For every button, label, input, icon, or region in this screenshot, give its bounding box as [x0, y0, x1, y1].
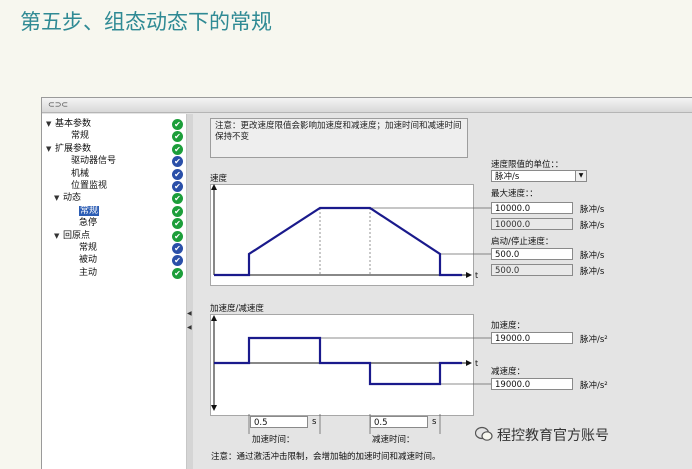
status-check-icon: ✔ — [172, 218, 183, 230]
status-check-icon: ✔ — [172, 230, 183, 242]
dynamics-general-panel: 注意：更改速度限值会影响加速度和减速度；加速时间和减速时间保持不变 速度 加速度… — [200, 114, 688, 469]
start-stop-speed-label: 启动/停止速度： — [491, 237, 554, 247]
acceleration-label: 加速度： — [491, 321, 526, 331]
decel-time-label: 减速时间： — [372, 435, 415, 445]
scroll-left-icon[interactable]: ◀ — [187, 310, 192, 317]
tree-toggle-icon[interactable]: ▼ — [54, 230, 63, 243]
max-speed-label: 最大速度：： — [491, 189, 538, 199]
start-stop-speed-readonly: 500.0 — [491, 264, 573, 276]
tree-item-label: 常规 — [71, 131, 90, 142]
tree-item[interactable]: 常规 — [70, 205, 100, 218]
velocity-t-label: t — [475, 271, 478, 280]
decel-time-unit: s — [432, 417, 437, 427]
tree-item[interactable]: ▼ 扩展参数 — [46, 143, 91, 156]
accel-x-arrow — [466, 360, 472, 366]
tree-item[interactable]: ▼ 动态 — [54, 192, 81, 205]
tree-item[interactable]: 主动 — [70, 267, 97, 280]
tree-toggle-icon[interactable]: ▼ — [46, 143, 55, 156]
navigation-tree: ▼ 基本参数 ✔ 常规 ✔ ▼ 扩展参数 ✔ 驱动器信号 ✔ 机械 ✔ 位置监视 ✔ ▼ 动态 ✔ 常规 ✔ 急停 ✔ ▼… — [42, 114, 187, 469]
tree-item-label: 被动 — [79, 255, 98, 266]
velocity-x-arrow — [466, 272, 472, 278]
start-stop-speed-unit-2: 脉冲/s — [580, 267, 605, 277]
accel-y-arrow-up — [211, 315, 217, 321]
status-check-icon: ✔ — [172, 255, 183, 267]
scroll-right-icon[interactable]: ◀ — [187, 324, 192, 331]
tree-item-label: 急停 — [79, 218, 98, 229]
tree-item-label: 扩展参数 — [55, 143, 92, 154]
speed-unit-value: 脉冲/s — [495, 172, 520, 182]
decel-time-input[interactable]: 0.5 — [370, 416, 428, 428]
start-stop-speed-input[interactable]: 500.0 — [491, 248, 573, 260]
watermark: 程控教育官方账号 — [475, 425, 609, 447]
accel-curve — [214, 336, 462, 386]
chevron-down-icon[interactable]: ▼ — [575, 171, 586, 181]
status-check-icon: ✔ — [172, 143, 183, 155]
window-toolbar: ⊂⊃⊂ — [42, 98, 692, 113]
tree-item[interactable]: 常规 — [62, 130, 89, 143]
tree-item-label: 主动 — [79, 267, 98, 278]
profile-curves: t t — [211, 184, 491, 434]
wechat-icon — [475, 426, 493, 441]
tree-item[interactable]: 被动 — [70, 254, 97, 267]
accel-time-label: 加速时间： — [252, 435, 295, 445]
tree-item[interactable]: 常规 — [70, 242, 97, 255]
link-icon[interactable]: ⊂⊃⊂ — [48, 100, 68, 109]
accel-y-arrow-down — [211, 405, 217, 411]
footer-note: 注意：通过激活冲击限制，会增加轴的加速时间和减速时间。 — [211, 452, 441, 462]
velocity-curve — [214, 206, 462, 277]
max-speed-input[interactable]: 10000.0 — [491, 202, 573, 214]
slide-title: 第五步、组态动态下的常规 — [20, 10, 272, 34]
start-stop-speed-unit: 脉冲/s — [580, 251, 605, 261]
tree-item[interactable]: ▼ 基本参数 — [46, 118, 91, 131]
velocity-y-arrow — [211, 184, 217, 190]
accel-t-label: t — [475, 359, 478, 368]
status-check-icon: ✔ — [172, 193, 183, 205]
tree-item[interactable]: 急停 — [70, 217, 97, 230]
accel-time-unit: s — [312, 417, 317, 427]
tree-item[interactable]: 位置监视 — [62, 180, 107, 193]
deceleration-unit: 脉冲/s² — [580, 381, 608, 391]
status-check-icon: ✔ — [172, 156, 183, 168]
watermark-text: 程控教育官方账号 — [497, 428, 609, 444]
status-check-icon: ✔ — [172, 181, 183, 192]
tree-toggle-icon[interactable]: ▼ — [54, 192, 63, 205]
deceleration-label: 减速度： — [491, 367, 526, 377]
status-check-icon: ✔ — [172, 267, 183, 279]
tree-scrollbar[interactable] — [187, 114, 193, 469]
max-speed-unit: 脉冲/s — [580, 205, 605, 215]
speed-unit-label: 速度限值的单位：： — [491, 160, 564, 170]
tree-toggle-icon[interactable]: ▼ — [46, 118, 55, 131]
acceleration-unit: 脉冲/s² — [580, 335, 608, 345]
status-check-icon: ✔ — [172, 131, 183, 143]
tree-item-label: 回原点 — [63, 230, 91, 241]
tree-item-label: 驱动器信号 — [71, 156, 117, 167]
status-check-icon: ✔ — [172, 168, 183, 180]
acceleration-input[interactable]: 19000.0 — [491, 332, 573, 344]
status-check-icon: ✔ — [172, 205, 183, 217]
accel-time-input[interactable]: 0.5 — [250, 416, 308, 428]
tree-item-label: 动态 — [63, 193, 82, 204]
status-check-icon: ✔ — [172, 119, 183, 130]
tree-item-label: 常规 — [79, 205, 100, 216]
tree-item[interactable]: ▼ 回原点 — [54, 230, 90, 243]
speed-unit-select[interactable]: 脉冲/s ▼ — [491, 170, 587, 182]
tree-item-label: 常规 — [79, 243, 98, 253]
status-check-icon: ✔ — [172, 243, 183, 254]
tree-item-label: 位置监视 — [71, 181, 108, 191]
deceleration-input[interactable]: 19000.0 — [491, 378, 573, 390]
max-speed-unit-2: 脉冲/s — [580, 221, 605, 231]
tree-item-label: 基本参数 — [55, 119, 92, 129]
config-window: ⊂⊃⊂ ▼ 基本参数 ✔ 常规 ✔ ▼ 扩展参数 ✔ 驱动器信号 ✔ 机械 ✔ 位置监视 ✔ ▼ 动态 ✔ 常规 ✔… — [41, 97, 692, 469]
tree-item-label: 机械 — [71, 168, 90, 179]
tree-item[interactable]: 机械 — [62, 168, 89, 181]
tree-item[interactable]: 驱动器信号 — [62, 155, 116, 168]
max-speed-readonly: 10000.0 — [491, 218, 573, 230]
